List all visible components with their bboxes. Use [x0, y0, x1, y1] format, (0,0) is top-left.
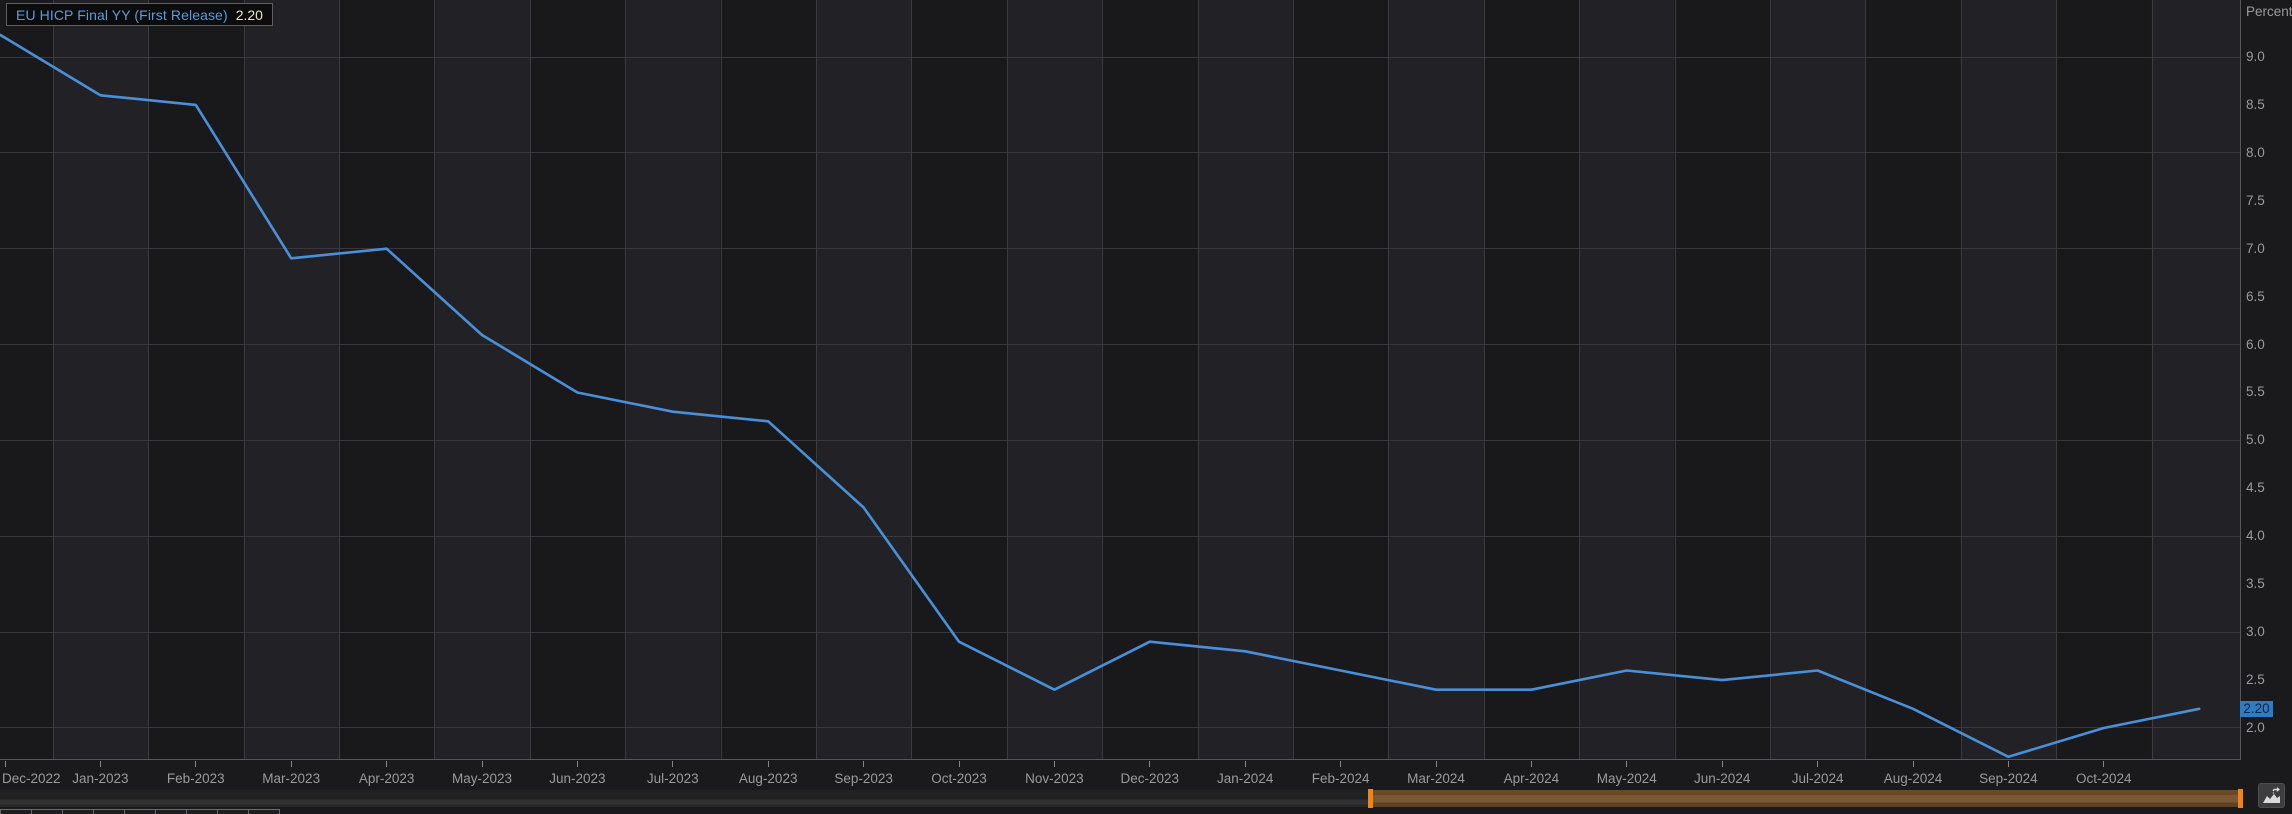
last-price-tag: 2.20: [2240, 701, 2273, 717]
x-tick-label: Nov-2023: [1025, 771, 1084, 786]
table-cell-edge: [186, 809, 218, 814]
y-tick-label: 6.5: [2246, 289, 2265, 305]
bottom-table-edge: [0, 809, 279, 814]
x-tick-label: Mar-2024: [1407, 771, 1465, 786]
x-tick: [1245, 761, 1246, 767]
x-tick-label: Aug-2024: [1884, 771, 1943, 786]
y-tick-label: 8.5: [2246, 97, 2265, 113]
scrollbar-selected-range[interactable]: [1373, 790, 2238, 807]
x-tick: [1054, 761, 1055, 767]
x-tick: [959, 761, 960, 767]
x-tick: [1626, 761, 1627, 767]
price-line-chart: [0, 0, 2240, 759]
x-tick: [672, 761, 673, 767]
y-tick-label: 6.0: [2246, 337, 2265, 353]
x-tick-label: Jul-2023: [647, 771, 699, 786]
y-tick-label: 5.5: [2246, 384, 2265, 400]
x-tick: [1436, 761, 1437, 767]
x-tick: [2008, 761, 2009, 767]
x-tick-label: Feb-2024: [1312, 771, 1370, 786]
x-tick-label: Feb-2023: [167, 771, 225, 786]
y-tick-label: 7.0: [2246, 241, 2265, 257]
y-tick-label: 2.0: [2246, 720, 2265, 736]
x-tick: [100, 761, 101, 767]
x-tick: [386, 761, 387, 767]
scrollbar-right-handle[interactable]: [2238, 789, 2243, 808]
y-tick-label: 8.0: [2246, 145, 2265, 161]
x-tick-label: Jul-2024: [1792, 771, 1844, 786]
x-tick-label: Aug-2023: [739, 771, 798, 786]
series-name-label: EU HICP Final YY (First Release): [16, 7, 228, 23]
y-axis-scale[interactable]: 9.0 8.5 8.0 7.5 7.0 6.5 6.0 5.5 5.0 4.5 4.0 3.5 3.0 2…: [2240, 0, 2292, 759]
y-tick-label: 4.5: [2246, 480, 2265, 496]
x-tick: [768, 761, 769, 767]
x-tick: [291, 761, 292, 767]
table-cell-edge: [93, 809, 125, 814]
x-tick: [1913, 761, 1914, 767]
plot-area[interactable]: EU HICP Final YY (First Release) 2.20: [0, 0, 2240, 759]
x-tick: [1149, 761, 1150, 767]
y-tick-label: 3.5: [2246, 576, 2265, 592]
table-cell-edge: [0, 809, 32, 814]
x-tick: [1531, 761, 1532, 767]
x-tick-label: May-2024: [1597, 771, 1657, 786]
table-cell-edge: [248, 809, 280, 814]
x-tick-label: Dec-2023: [1121, 771, 1180, 786]
y-tick-label: 4.0: [2246, 528, 2265, 544]
x-tick: [577, 761, 578, 767]
chart-window: EU HICP Final YY (First Release) 2.20 Pe…: [0, 0, 2292, 814]
table-cell-edge: [217, 809, 249, 814]
x-tick: [5, 761, 6, 767]
x-tick-label: Sep-2023: [834, 771, 893, 786]
x-tick-label: Jun-2023: [549, 771, 605, 786]
x-tick: [1722, 761, 1723, 767]
x-tick-label: Oct-2024: [2076, 771, 2132, 786]
scrollbar-left-handle[interactable]: [1368, 789, 1373, 808]
table-cell-edge: [62, 809, 94, 814]
y-tick-label: 5.0: [2246, 432, 2265, 448]
x-tick-label: Jun-2024: [1694, 771, 1750, 786]
series-last-value: 2.20: [236, 7, 263, 23]
legend-box[interactable]: EU HICP Final YY (First Release) 2.20: [6, 3, 273, 26]
x-axis-scale[interactable]: Dec-2022 Jan-2023 Feb-2023 Mar-2023 Apr-2023…: [0, 760, 2240, 788]
x-tick-label: Apr-2024: [1504, 771, 1560, 786]
table-cell-edge: [124, 809, 156, 814]
x-tick: [1340, 761, 1341, 767]
x-tick-label: May-2023: [452, 771, 512, 786]
x-tick-label: Mar-2023: [262, 771, 320, 786]
y-tick-label: 3.0: [2246, 624, 2265, 640]
x-tick-label: Apr-2023: [359, 771, 415, 786]
table-cell-edge: [31, 809, 63, 814]
x-tick: [195, 761, 196, 767]
x-tick: [863, 761, 864, 767]
x-tick-label: Oct-2023: [931, 771, 987, 786]
reset-zoom-button[interactable]: [2258, 783, 2285, 808]
y-tick-label: 2.5: [2246, 672, 2265, 688]
x-tick-label: Sep-2024: [1979, 771, 2038, 786]
time-range-scrollbar[interactable]: [0, 789, 2243, 808]
x-tick: [2103, 761, 2104, 767]
x-tick: [1817, 761, 1818, 767]
y-tick-label: 9.0: [2246, 49, 2265, 65]
table-cell-edge: [155, 809, 187, 814]
hicp-series-line: [0, 35, 2199, 757]
reset-zoom-chart-icon: [2262, 787, 2281, 804]
y-tick-label: 7.5: [2246, 193, 2265, 209]
x-tick-label: Jan-2023: [72, 771, 128, 786]
x-tick-label: Dec-2022: [2, 771, 61, 786]
x-tick: [482, 761, 483, 767]
x-tick-label: Jan-2024: [1217, 771, 1273, 786]
scrollbar-track[interactable]: [0, 790, 1369, 807]
